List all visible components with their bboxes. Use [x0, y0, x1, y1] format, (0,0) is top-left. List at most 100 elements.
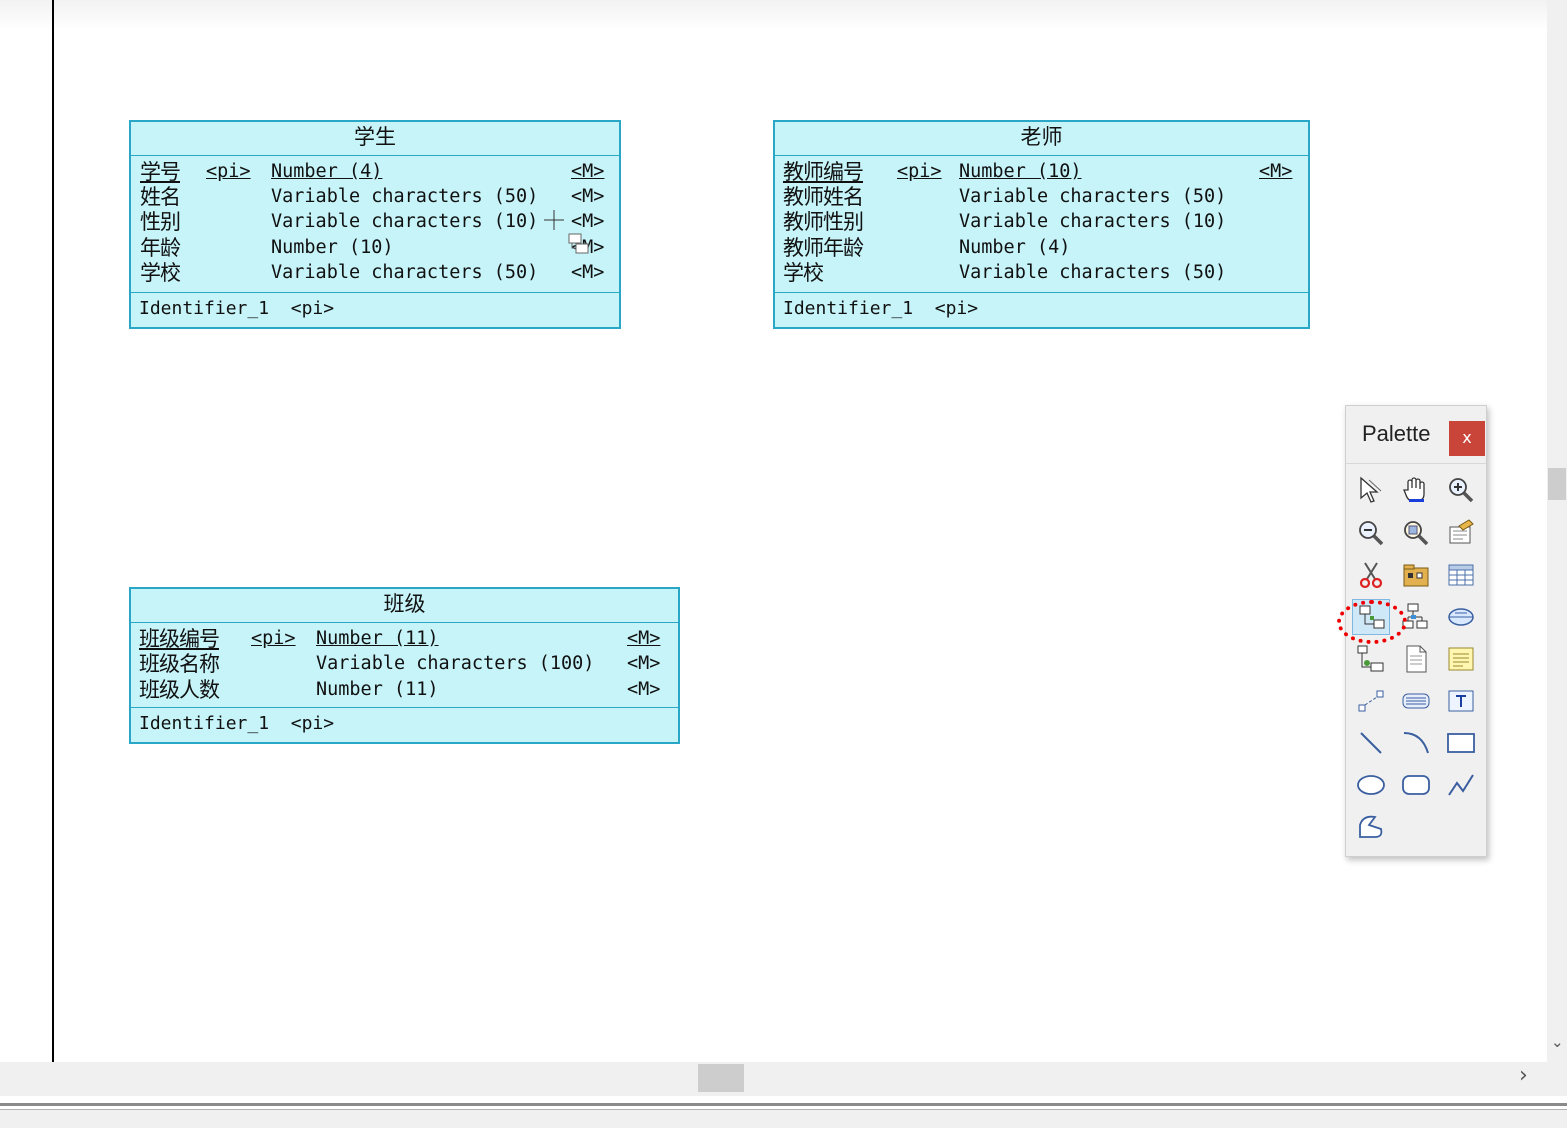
attribute-type: Number (10): [271, 237, 394, 258]
attribute-name: 班级名称: [139, 652, 220, 676]
mandatory-tag: <M>: [571, 262, 605, 283]
package-icon[interactable]: [1397, 557, 1435, 593]
arc-icon[interactable]: [1397, 725, 1435, 761]
pointer-tool-icon[interactable]: [1352, 472, 1390, 508]
identifier-name: Identifier_1: [139, 713, 270, 734]
status-strip: [0, 1110, 1567, 1128]
attribute-type: Number (4): [271, 161, 383, 182]
polyline-icon[interactable]: [1442, 767, 1480, 803]
attribute-type: Variable characters (50): [271, 186, 539, 207]
attribute-type: Variable characters (10): [959, 211, 1227, 232]
entity-identifier: Identifier_1 <pi>: [775, 293, 1308, 327]
attribute-row: 学校 Variable characters (50): [775, 260, 1308, 286]
entity-teacher[interactable]: 老师 教师编号 <pi> Number (10) <M> 教师姓名 Variab…: [773, 120, 1310, 329]
attribute-name: 教师编号: [783, 160, 864, 184]
entity-table-icon[interactable]: [1442, 557, 1480, 593]
attribute-row: 教师姓名 Variable characters (50): [775, 184, 1308, 210]
attribute-type: Number (10): [959, 161, 1082, 182]
window-divider: [0, 1103, 1567, 1106]
text-icon[interactable]: [1442, 683, 1480, 719]
entity-class[interactable]: 班级 班级编号 <pi> Number (11) <M> 班级名称 Variab…: [129, 587, 680, 744]
zoom-out-icon[interactable]: [1352, 515, 1390, 551]
mandatory-tag: <M>: [571, 186, 605, 207]
attribute-name: 教师年龄: [783, 236, 864, 260]
crosshair-cursor-icon: [544, 208, 590, 262]
attribute-row: 班级名称 Variable characters (100) <M>: [131, 651, 678, 677]
entity-identifier: Identifier_1 <pi>: [131, 708, 678, 742]
entity-title: 学生: [131, 122, 619, 156]
attribute-type: Number (11): [316, 628, 439, 649]
entity-attributes: 教师编号 <pi> Number (10) <M> 教师姓名 Variable …: [775, 156, 1308, 293]
mandatory-tag: <M>: [627, 679, 661, 700]
entity-attributes: 班级编号 <pi> Number (11) <M> 班级名称 Variable …: [131, 623, 678, 708]
zoom-in-icon[interactable]: [1442, 472, 1480, 508]
attribute-row: 教师性别 Variable characters (10): [775, 209, 1308, 235]
attribute-row: 班级编号 <pi> Number (11) <M>: [131, 626, 678, 652]
identifier-tag: <pi>: [290, 298, 335, 319]
pi-tag: <pi>: [897, 161, 942, 182]
note-icon[interactable]: [1442, 641, 1480, 677]
attribute-name: 学校: [783, 261, 824, 285]
horizontal-scrollbar[interactable]: [0, 1062, 1547, 1096]
attribute-type: Variable characters (50): [959, 262, 1227, 283]
entity-title: 老师: [775, 122, 1308, 156]
mandatory-tag: <M>: [627, 653, 661, 674]
attribute-row: 教师年龄 Number (4): [775, 235, 1308, 261]
mandatory-tag: <M>: [1259, 161, 1293, 182]
attribute-type: Variable characters (50): [271, 262, 539, 283]
association-link-icon[interactable]: [1442, 599, 1480, 635]
attribute-type: Variable characters (10): [271, 211, 539, 232]
grabber-hand-icon[interactable]: [1397, 472, 1435, 508]
entity-title: 班级: [131, 589, 678, 623]
pi-tag: <pi>: [206, 161, 251, 182]
rounded-rectangle-icon[interactable]: [1397, 767, 1435, 803]
attribute-name: 班级编号: [139, 627, 220, 651]
attribute-row: 班级人数 Number (11) <M>: [131, 677, 678, 703]
attribute-name: 性别: [140, 210, 181, 234]
identifier-name: Identifier_1: [783, 298, 914, 319]
attribute-name: 班级人数: [139, 678, 220, 702]
attribute-name: 年龄: [140, 236, 181, 260]
canvas-top-strip: [0, 0, 1547, 30]
rectangle-icon[interactable]: [1442, 725, 1480, 761]
ellipse-icon[interactable]: [1352, 767, 1390, 803]
attribute-row: 教师编号 <pi> Number (10) <M>: [775, 159, 1308, 185]
identifier-tag: <pi>: [934, 298, 979, 319]
properties-icon[interactable]: [1442, 515, 1480, 551]
title-icon[interactable]: [1397, 683, 1435, 719]
attribute-type: Number (11): [316, 679, 439, 700]
attribute-row: 学号 <pi> Number (4) <M>: [131, 159, 619, 185]
attribute-row: 学校 Variable characters (50) <M>: [131, 260, 619, 286]
attribute-name: 教师姓名: [783, 185, 864, 209]
polygon-icon[interactable]: [1352, 809, 1390, 845]
scroll-right-arrow-icon[interactable]: ›: [1519, 1063, 1528, 1088]
link-icon[interactable]: [1352, 683, 1390, 719]
line-icon[interactable]: [1352, 725, 1390, 761]
palette-close-button[interactable]: x: [1449, 421, 1485, 456]
vertical-scrollbar[interactable]: [1547, 0, 1567, 1062]
file-icon[interactable]: [1397, 641, 1435, 677]
mandatory-tag: <M>: [627, 628, 661, 649]
attribute-name: 姓名: [140, 185, 181, 209]
attribute-name: 教师性别: [783, 210, 864, 234]
palette-separator: [1346, 463, 1486, 464]
scrollbar-corner: [1547, 1062, 1567, 1096]
attribute-row: 姓名 Variable characters (50) <M>: [131, 184, 619, 210]
scroll-down-arrow-icon[interactable]: ⌄: [1551, 1033, 1564, 1051]
palette-title: Palette: [1362, 421, 1431, 446]
scissors-delete-icon[interactable]: [1352, 557, 1390, 593]
selected-tool-highlight: [1337, 600, 1407, 644]
identifier-name: Identifier_1: [139, 298, 270, 319]
inheritance-icon[interactable]: [1352, 641, 1390, 677]
page-border-line: [52, 0, 54, 1062]
entity-identifier: Identifier_1 <pi>: [131, 293, 619, 327]
attribute-name: 学校: [140, 261, 181, 285]
attribute-name: 学号: [140, 160, 181, 184]
pi-tag: <pi>: [251, 628, 296, 649]
vertical-scroll-thumb[interactable]: [1548, 468, 1566, 500]
mandatory-tag: <M>: [571, 161, 605, 182]
horizontal-scroll-thumb[interactable]: [698, 1064, 744, 1092]
open-package-icon[interactable]: [1397, 515, 1435, 551]
attribute-type: Variable characters (50): [959, 186, 1227, 207]
attribute-type: Variable characters (100): [316, 653, 595, 674]
